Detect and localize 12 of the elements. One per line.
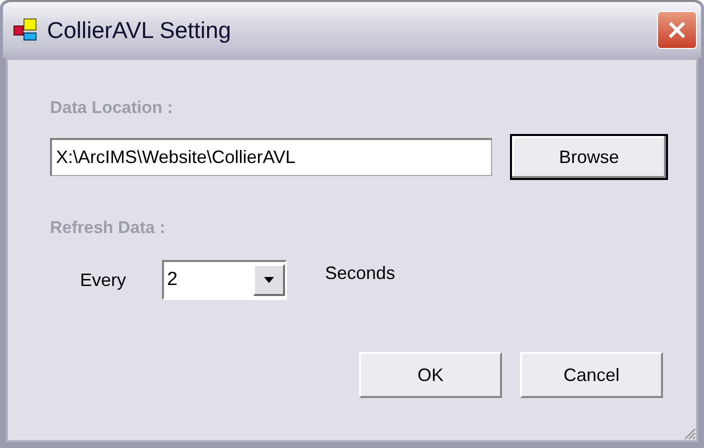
close-icon[interactable] [666, 19, 688, 41]
resize-grip-icon[interactable] [682, 426, 696, 440]
dialog-button[interactable]: Cancel [520, 352, 663, 398]
dialog-button[interactable]: OK [359, 352, 502, 398]
app-icon [13, 18, 39, 42]
section-label: Data Location : [50, 98, 174, 118]
every-label: Every [80, 270, 126, 290]
close-button[interactable] [657, 11, 697, 49]
window-title: CollierAVL Setting [47, 16, 232, 44]
section-label: Refresh Data : [50, 218, 166, 238]
seconds-label: Seconds [325, 262, 396, 284]
browse-button[interactable]: Browse [510, 134, 668, 180]
